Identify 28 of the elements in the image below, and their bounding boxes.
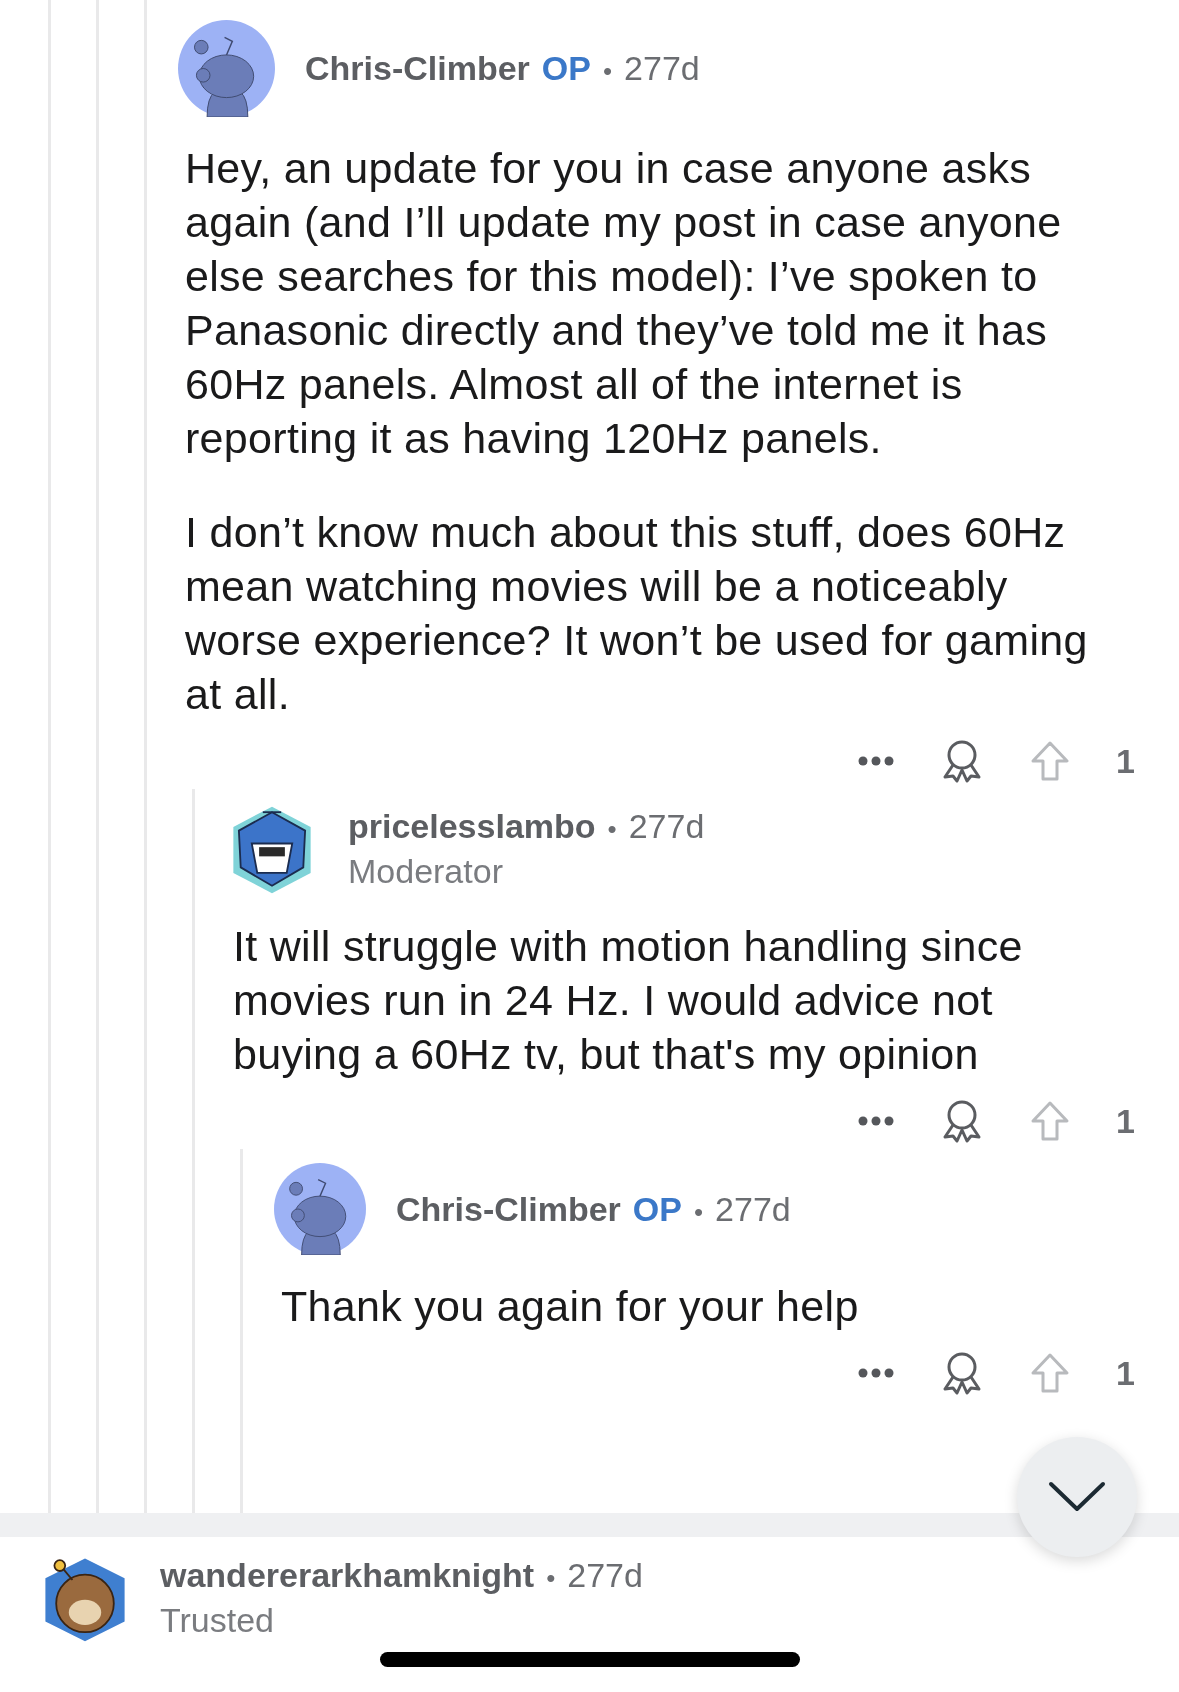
separator: •	[607, 814, 617, 845]
more-icon[interactable]	[858, 1368, 895, 1378]
comment-text: It will struggle with motion handling since movies run in 24 Hz. I would advice not buying a 60Hz tv, but that's my opinion	[233, 921, 1024, 1080]
separator: •	[546, 1563, 556, 1594]
op-label: OP	[541, 49, 591, 88]
user-flair: Moderator	[348, 852, 504, 891]
comment-text: Thank you again for your help	[281, 1281, 860, 1332]
author-name[interactable]: wandererarkhamknight	[160, 1556, 535, 1595]
comment-text: I don’t know much about this stuff, does 60Hz mean watching movies will be a noticeably worse experience? It won’t be used for gaming at all.	[185, 507, 1089, 720]
user-flair: Trusted	[160, 1601, 275, 1640]
more-icon[interactable]	[858, 1116, 895, 1126]
op-label: OP	[632, 1189, 682, 1229]
comment-text: Hey, an update for you in case anyone asks again (and I’ll update my post in case anyone else searches for this model): I’ve spoken to Panasonic directly and they’ve told me it has 60Hz panels. Almost all of the internet is reporting it as having 120Hz panels.	[185, 143, 1063, 464]
vote-count: 1	[1116, 1353, 1135, 1393]
more-icon[interactable]	[858, 756, 895, 766]
vote-count: 1	[1116, 1101, 1135, 1141]
comment-time: 277d	[715, 1189, 791, 1229]
separator: •	[602, 56, 613, 87]
author-name[interactable]: pricelesslambo	[348, 807, 596, 846]
comment-time: 277d	[567, 1556, 643, 1595]
separator: •	[693, 1196, 704, 1228]
chevron-down-icon	[1048, 1481, 1106, 1513]
vote-count: 1	[1116, 741, 1135, 781]
comment-time: 277d	[624, 49, 700, 88]
author-name[interactable]: Chris-Climber	[396, 1189, 621, 1229]
avatar-icon[interactable]	[178, 20, 275, 117]
author-name[interactable]: Chris-Climber	[305, 49, 530, 88]
comment-time: 277d	[628, 807, 705, 846]
